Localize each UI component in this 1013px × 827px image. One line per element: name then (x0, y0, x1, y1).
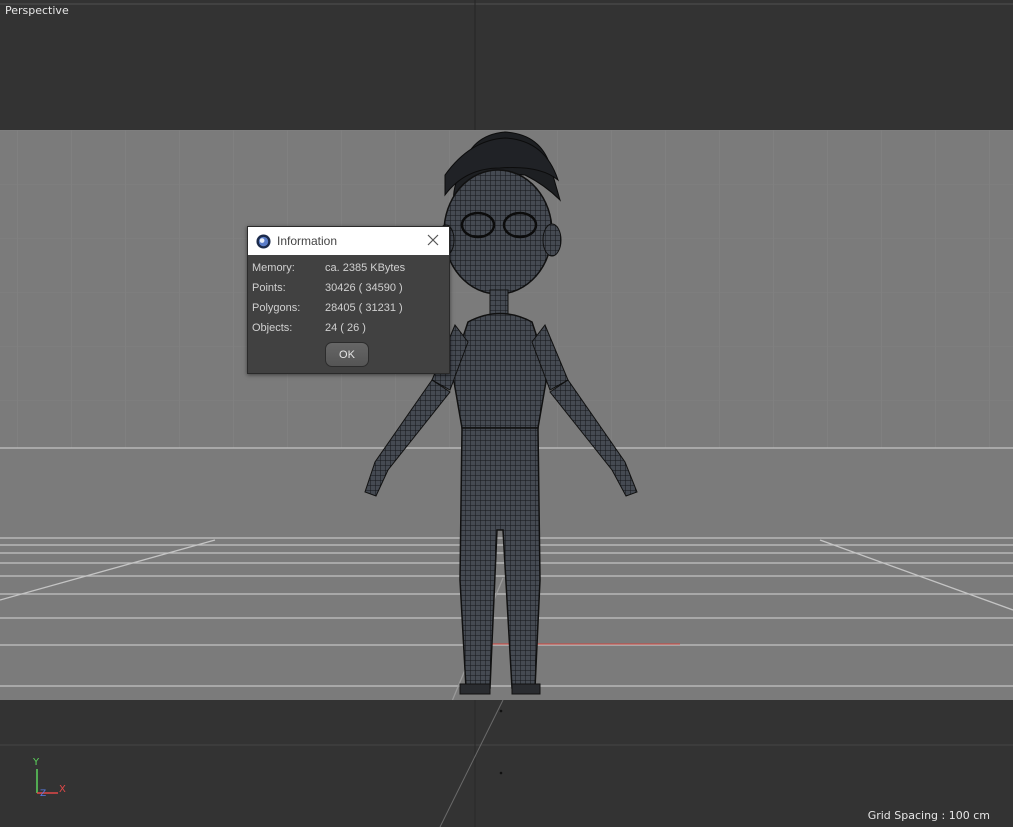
memory-label: Memory: (252, 262, 295, 274)
points-value: 30426 ( 34590 ) (325, 282, 403, 294)
polygons-label: Polygons: (252, 302, 301, 314)
memory-value: ca. 2385 KBytes (325, 262, 406, 274)
viewport-name-label[interactable]: Perspective (5, 4, 69, 17)
objects-value: 24 ( 26 ) (325, 322, 366, 334)
axis-y-label: Y (33, 757, 40, 768)
objects-label: Objects: (252, 322, 293, 334)
cinema4d-logo-icon (256, 234, 271, 249)
dialog-titlebar[interactable]: Information (248, 227, 449, 255)
axis-z-label: Z (40, 789, 47, 799)
ok-button[interactable]: OK (325, 342, 369, 367)
points-label: Points: (252, 282, 286, 294)
information-dialog[interactable]: Information Memory: ca. 2385 KBytes Poin… (247, 226, 450, 374)
perspective-viewport[interactable]: Perspective Grid Spacing : 100 cm Y X Z (0, 0, 1013, 827)
viewport-scene (0, 0, 1013, 827)
grid-spacing-label: Grid Spacing : 100 cm (867, 809, 990, 822)
viewport-bg-bottom (0, 700, 1013, 827)
polygons-value: 28405 ( 31231 ) (325, 302, 403, 314)
close-icon[interactable] (426, 233, 440, 247)
axis-x-label: X (59, 784, 66, 795)
viewport-bg-top (0, 0, 1013, 130)
dialog-title: Information (277, 234, 338, 248)
